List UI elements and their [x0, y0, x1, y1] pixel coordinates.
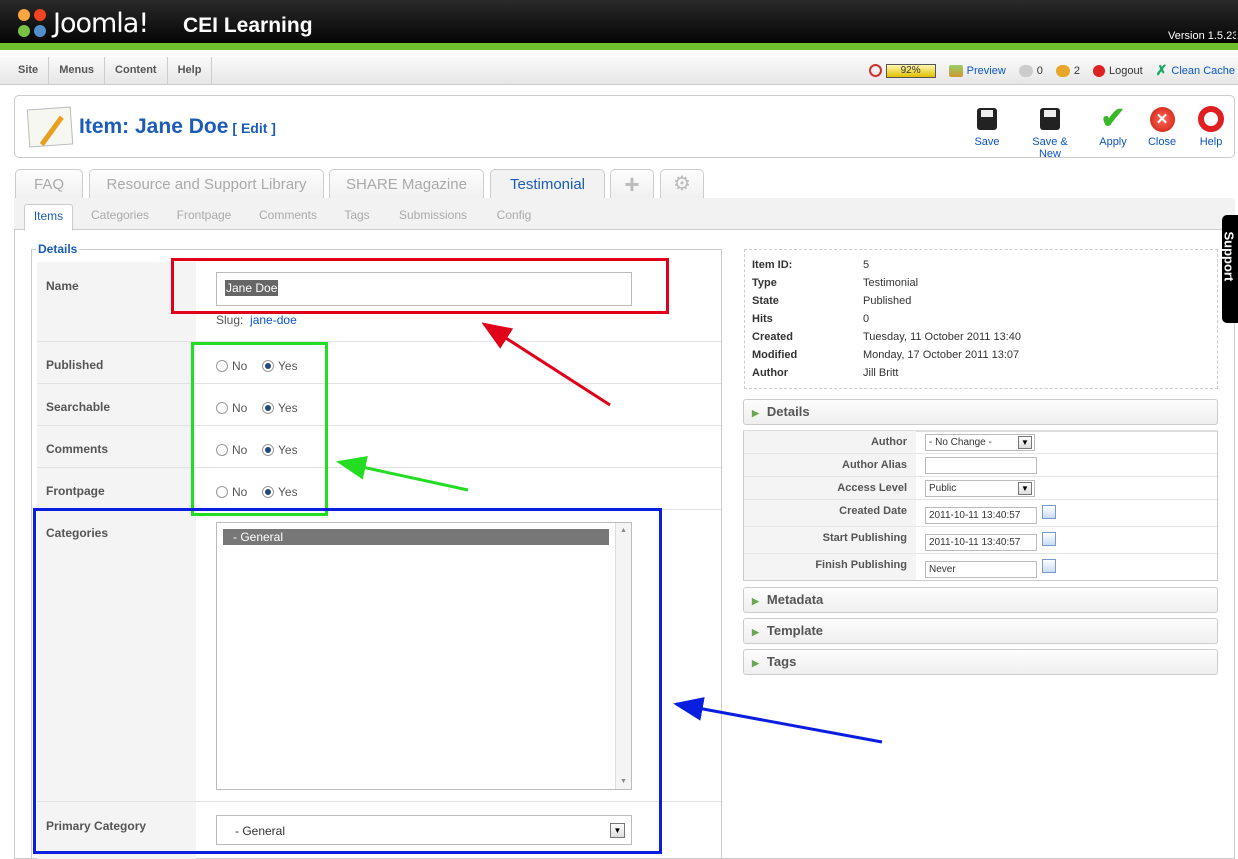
red-arrow — [481, 322, 611, 407]
blue-arrow — [673, 697, 883, 744]
annotation-arrows — [336, 322, 883, 744]
green-arrow — [336, 456, 469, 492]
